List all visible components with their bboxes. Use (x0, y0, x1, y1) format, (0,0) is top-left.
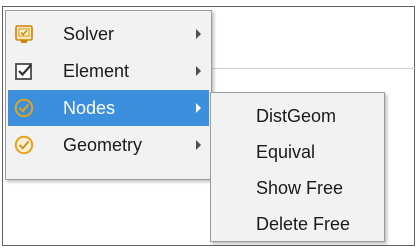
menu-item-label: Geometry (63, 135, 143, 155)
element-check-icon (14, 61, 34, 81)
chevron-right-icon (196, 66, 201, 76)
app-canvas: Solver Element Nodes Geometry DistGeom E… (0, 0, 418, 249)
context-menu: Solver Element Nodes Geometry (5, 10, 212, 180)
solver-monitor-icon (14, 24, 34, 44)
submenu-item-show-free[interactable]: Show Free (256, 178, 343, 198)
menu-item-label: Element (63, 61, 130, 81)
chevron-right-icon (196, 140, 201, 150)
submenu-item-equival[interactable]: Equival (256, 142, 315, 162)
menu-item-element[interactable]: Element (8, 53, 209, 89)
submenu-item-distgeom[interactable]: DistGeom (256, 106, 336, 126)
menu-item-nodes[interactable]: Nodes (8, 90, 209, 126)
nodes-submenu: DistGeom Equival Show Free Delete Free (210, 92, 385, 242)
menu-item-solver[interactable]: Solver (8, 16, 209, 52)
nodes-check-icon (14, 98, 34, 118)
menu-item-label: Solver (63, 24, 115, 44)
menu-item-geometry[interactable]: Geometry (8, 127, 209, 163)
toolbar-divider (212, 68, 415, 69)
chevron-right-icon (196, 103, 201, 113)
geometry-check-icon (14, 135, 34, 155)
submenu-item-delete-free[interactable]: Delete Free (256, 214, 350, 234)
chevron-right-icon (196, 29, 201, 39)
menu-item-label: Nodes (63, 98, 116, 118)
